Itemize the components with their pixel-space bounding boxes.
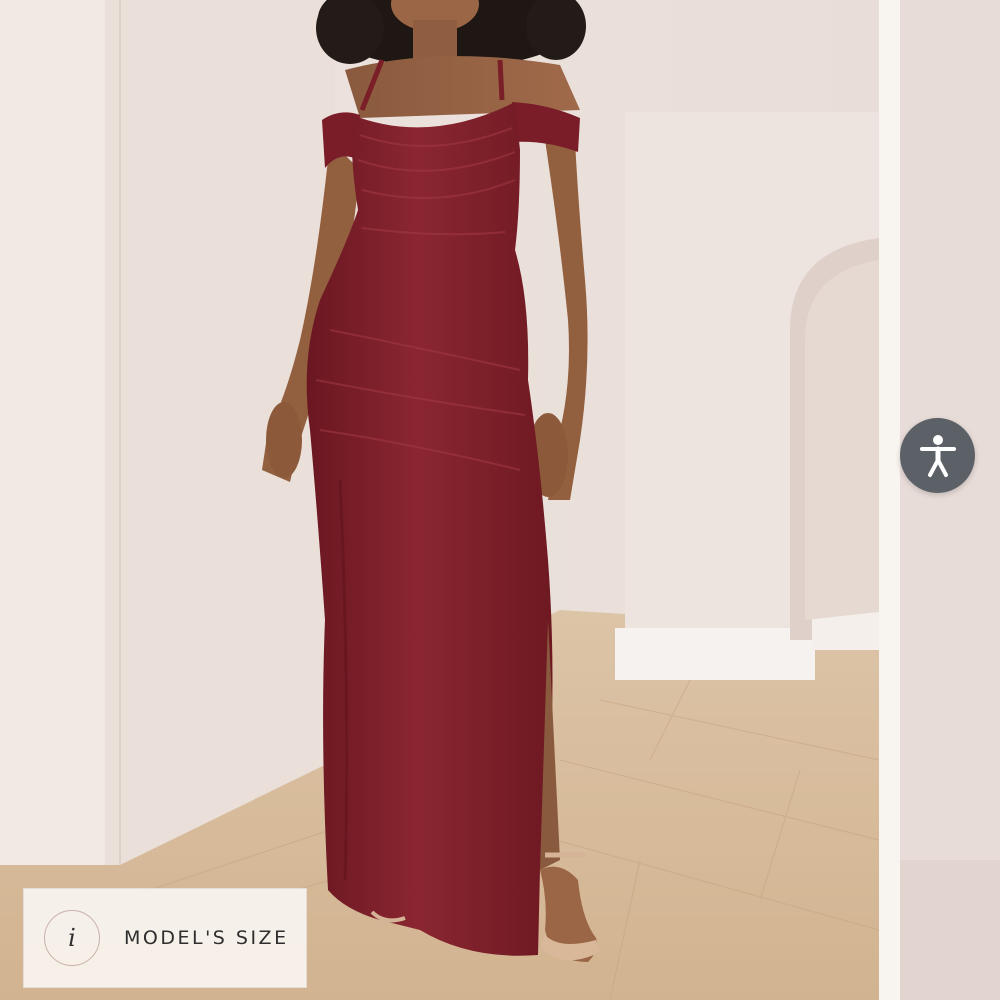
next-product-photo [900,0,1000,1000]
gallery-slide-current[interactable]: i MODEL'S SIZE [0,0,879,1000]
models-size-button[interactable]: i MODEL'S SIZE [23,888,307,988]
accessibility-button[interactable] [900,418,975,493]
slide-divider [879,0,900,1000]
accessibility-person-icon [919,434,956,477]
models-size-label: MODEL'S SIZE [124,927,289,949]
product-photo [0,0,879,1000]
gallery-slide-next[interactable]: i [900,0,1000,1000]
info-icon: i [44,910,100,966]
